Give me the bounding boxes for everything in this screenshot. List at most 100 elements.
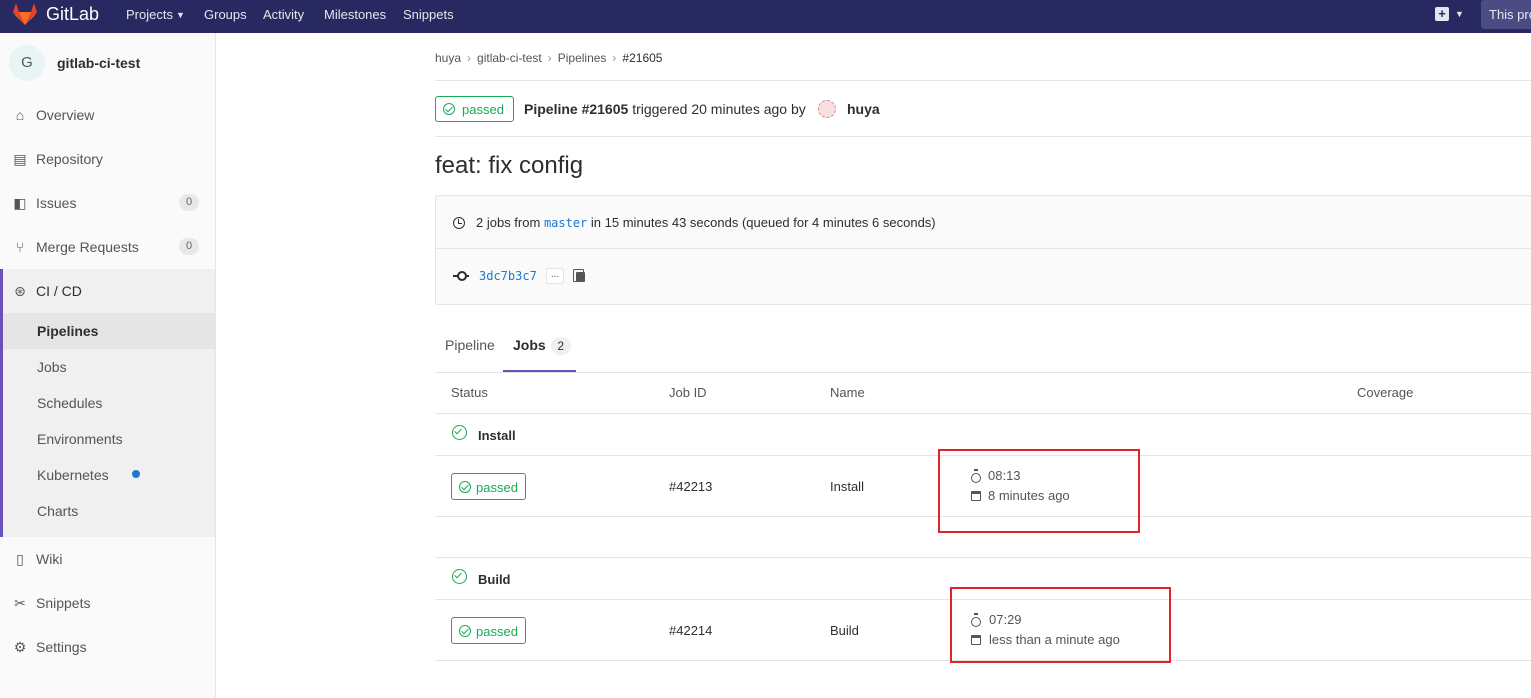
job-id-link[interactable]: #42213 <box>669 479 712 494</box>
sidebar-subitem-pipelines[interactable]: Pipelines <box>3 313 215 349</box>
nav-snippets[interactable]: Snippets <box>403 7 454 22</box>
sidebar-subitem-label: Environments <box>37 431 123 447</box>
nav-activity[interactable]: Activity <box>263 7 304 22</box>
sidebar-item-label: Repository <box>36 151 103 167</box>
sidebar-item-settings[interactable]: ⚙ Settings <box>0 625 215 669</box>
merge-request-icon: ⑂ <box>15 239 25 255</box>
sidebar-item-merge-requests[interactable]: ⑂ Merge Requests 0 <box>0 225 215 269</box>
commit-icon <box>453 271 469 281</box>
sidebar-item-label: Overview <box>36 107 95 123</box>
merge-requests-count-badge: 0 <box>179 238 199 255</box>
sidebar-subitem-label: Schedules <box>37 395 103 411</box>
status-success-icon <box>443 103 455 115</box>
chevron-right-icon: › <box>547 51 552 65</box>
chevron-down-icon: ▼ <box>175 10 185 20</box>
pipeline-triggered-text: triggered 20 minutes ago by <box>632 101 806 117</box>
sidebar-subitem-kubernetes[interactable]: Kubernetes <box>3 457 215 493</box>
divider <box>435 557 1531 558</box>
main-content: huya › gitlab-ci-test › Pipelines › #21605 pas… <box>216 33 1531 698</box>
nav-groups[interactable]: Groups <box>204 7 247 22</box>
user-name-link[interactable]: huya <box>847 101 880 117</box>
job-status-badge[interactable]: passed <box>451 617 526 644</box>
issues-icon: ◧ <box>13 195 27 211</box>
nav-milestones[interactable]: Milestones <box>324 7 386 22</box>
sidebar-subitem-label: Kubernetes <box>37 467 109 483</box>
sidebar-item-label: Snippets <box>36 595 91 611</box>
chevron-down-icon[interactable]: ▼ <box>1455 9 1464 19</box>
sidebar-item-overview[interactable]: ⌂ Overview <box>0 93 215 137</box>
highlight-box <box>938 449 1140 533</box>
commit-title: feat: fix config <box>435 152 584 179</box>
job-status-badge[interactable]: passed <box>451 473 526 500</box>
column-header-status: Status <box>451 385 488 400</box>
jobs-count-badge: 2 <box>550 337 571 355</box>
sidebar-subitem-charts[interactable]: Charts <box>3 493 215 529</box>
branch-link[interactable]: master <box>544 216 587 230</box>
pipeline-title: Pipeline #21605 <box>524 101 629 117</box>
gitlab-logo-icon[interactable] <box>12 2 38 26</box>
breadcrumb-item-current[interactable]: #21605 <box>622 51 662 65</box>
sidebar-subitem-label: Charts <box>37 503 79 519</box>
sidebar-item-issues[interactable]: ◧ Issues 0 <box>0 181 215 225</box>
home-icon: ⌂ <box>15 107 25 123</box>
gear-icon: ⚙ <box>13 639 27 655</box>
chevron-right-icon: › <box>612 51 617 65</box>
job-name: Build <box>830 623 859 638</box>
sidebar-item-repository[interactable]: ▤ Repository <box>0 137 215 181</box>
job-name: Install <box>830 479 864 494</box>
sidebar-subitem-label: Pipelines <box>37 323 99 339</box>
jobs-summary-suffix: in 15 minutes 43 seconds (queued for 4 m… <box>590 215 936 230</box>
scissors-icon: ✂ <box>14 595 26 611</box>
book-icon: ▯ <box>16 551 24 567</box>
copy-icon[interactable] <box>573 269 585 282</box>
issues-count-badge: 0 <box>179 194 199 211</box>
sidebar-item-ci-cd[interactable]: ⊛ CI / CD <box>0 269 215 313</box>
expand-commit-button[interactable]: ... <box>546 268 564 284</box>
column-header-job-id: Job ID <box>669 385 707 400</box>
tab-jobs-label: Jobs <box>513 337 546 353</box>
pipeline-header-info: Pipeline #21605 triggered 20 minutes ago… <box>524 101 806 117</box>
project-avatar[interactable]: G <box>9 45 45 81</box>
breadcrumb-item[interactable]: gitlab-ci-test <box>477 51 542 65</box>
tab-jobs[interactable]: Jobs 2 <box>513 337 571 355</box>
top-navbar: GitLab Projects ▼ Groups Activity Milesto… <box>0 0 1531 33</box>
plus-square-icon[interactable]: + <box>1435 7 1449 21</box>
chevron-right-icon: › <box>467 51 472 65</box>
sidebar-item-wiki[interactable]: ▯ Wiki <box>0 537 215 581</box>
status-success-icon <box>459 625 471 637</box>
divider <box>435 372 1531 373</box>
divider <box>435 136 1531 137</box>
divider <box>435 413 1531 414</box>
sidebar-item-label: CI / CD <box>36 283 82 299</box>
job-id-link[interactable]: #42214 <box>669 623 712 638</box>
sidebar-subitem-environments[interactable]: Environments <box>3 421 215 457</box>
status-success-icon <box>459 481 471 493</box>
new-feature-dot-icon <box>132 470 140 478</box>
search-input[interactable]: This pro <box>1481 0 1531 29</box>
project-sidebar: G gitlab-ci-test ⌂ Overview ▤ Repository… <box>0 33 216 698</box>
sidebar-subitem-jobs[interactable]: Jobs <box>3 349 215 385</box>
column-header-name: Name <box>830 385 865 400</box>
project-name[interactable]: gitlab-ci-test <box>57 55 140 71</box>
nav-projects[interactable]: Projects ▼ <box>126 7 185 22</box>
divider <box>435 80 1531 81</box>
user-avatar[interactable] <box>818 100 836 118</box>
tab-pipeline[interactable]: Pipeline <box>445 337 495 353</box>
sidebar-subitem-label: Jobs <box>37 359 67 375</box>
commit-sha-link[interactable]: 3dc7b3c7 <box>479 269 537 283</box>
breadcrumb-item[interactable]: Pipelines <box>558 51 607 65</box>
pipeline-status-badge[interactable]: passed <box>435 96 514 122</box>
sidebar-subitem-schedules[interactable]: Schedules <box>3 385 215 421</box>
divider <box>436 248 1531 249</box>
breadcrumb: huya › gitlab-ci-test › Pipelines › #21605 <box>435 51 662 65</box>
pipeline-status-label: passed <box>462 102 504 117</box>
jobs-summary: 2 jobs from master in 15 minutes 43 seco… <box>476 215 936 230</box>
sidebar-item-label: Issues <box>36 195 77 211</box>
sidebar-item-label: Settings <box>36 639 87 655</box>
job-status-label: passed <box>476 624 518 639</box>
pipeline-info-box: 2 jobs from master in 15 minutes 43 seco… <box>435 195 1531 305</box>
sidebar-item-snippets[interactable]: ✂ Snippets <box>0 581 215 625</box>
breadcrumb-item[interactable]: huya <box>435 51 461 65</box>
brand-name[interactable]: GitLab <box>46 4 99 25</box>
stage-success-icon <box>452 569 467 584</box>
